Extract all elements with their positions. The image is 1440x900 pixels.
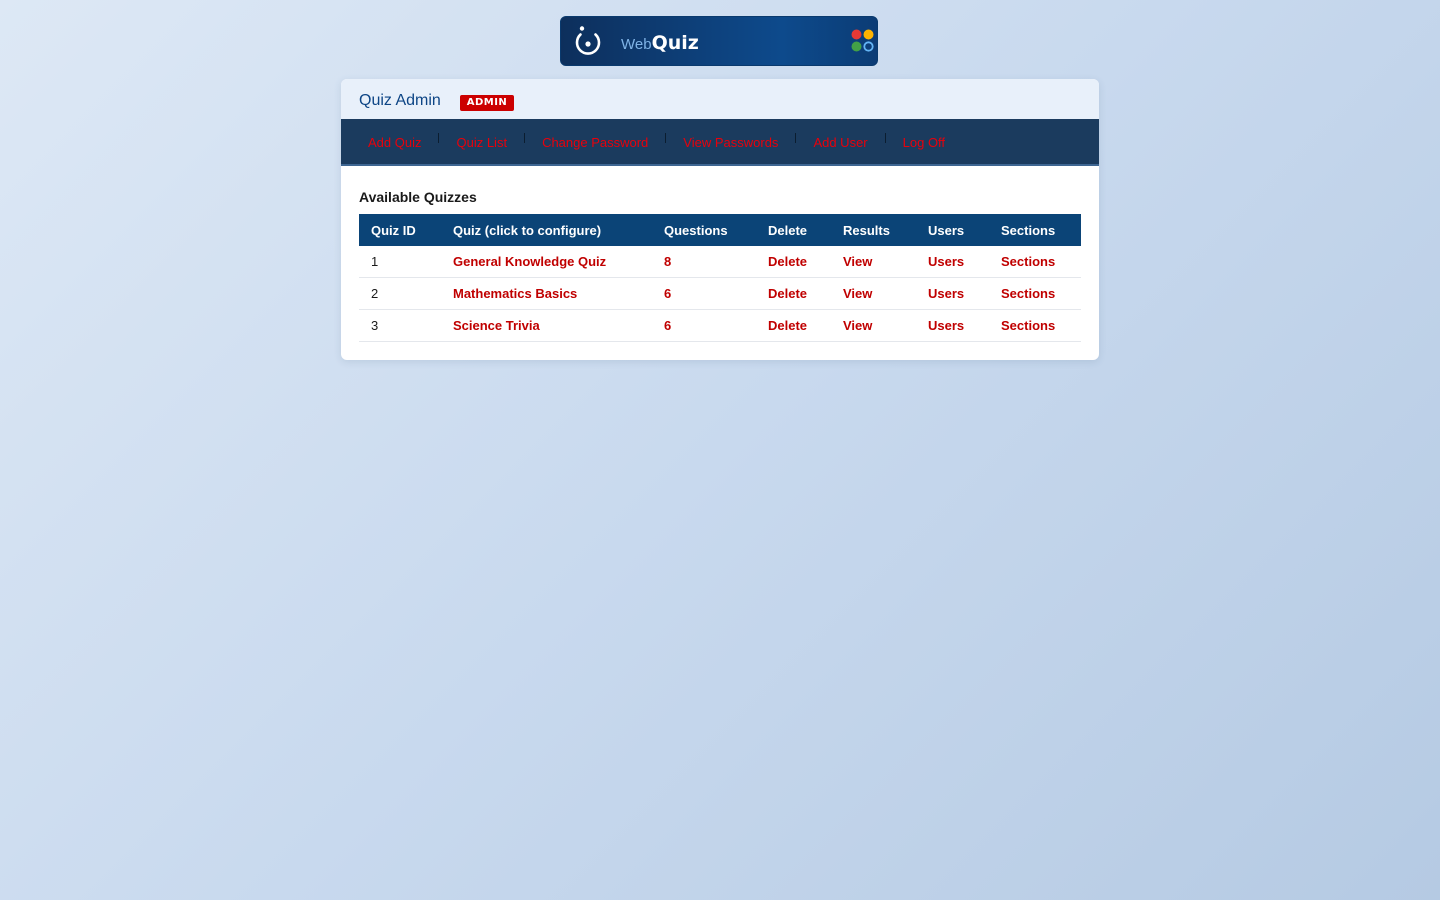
- column-header-users: Users: [928, 222, 965, 238]
- logo-mark-icon: [575, 26, 601, 55]
- view-results-link[interactable]: View: [843, 254, 872, 269]
- results-cell: View: [831, 246, 916, 278]
- logo-wordmark: WebQuiz: [621, 32, 699, 54]
- sections-cell: Sections: [989, 246, 1081, 278]
- logo-dots-icon: [851, 29, 874, 52]
- questions-count-link[interactable]: 6: [664, 318, 671, 333]
- nav-link-add-quiz[interactable]: Add Quiz: [359, 119, 430, 164]
- column-header-delete: Delete: [768, 222, 808, 238]
- delete-quiz-link[interactable]: Delete: [768, 254, 807, 269]
- users-cell: Users: [916, 246, 989, 278]
- logo-dot-blue: [863, 41, 874, 52]
- admin-panel: Quiz Admin ADMIN Add Quiz Quiz List Chan…: [341, 79, 1099, 360]
- sections-cell: Sections: [989, 277, 1081, 310]
- quiz-name-cell: Mathematics Basics: [441, 277, 652, 310]
- view-results-link[interactable]: View: [843, 318, 872, 333]
- table-row: 3 Science Trivia 6 Delete View Users Sec…: [359, 309, 1081, 342]
- quiz-table: Quiz ID Quiz (click to configure) Questi…: [359, 214, 1081, 342]
- quiz-sections-link[interactable]: Sections: [1001, 318, 1055, 333]
- quiz-users-link[interactable]: Users: [928, 318, 964, 333]
- main-nav: Add Quiz Quiz List Change Password View …: [341, 119, 1099, 166]
- quiz-configure-link[interactable]: Science Trivia: [453, 318, 540, 333]
- nav-link-view-passwords[interactable]: View Passwords: [674, 119, 787, 164]
- column-header-questions: Questions: [664, 222, 728, 238]
- column-header-quiz-id: Quiz ID: [371, 222, 416, 238]
- results-cell: View: [831, 277, 916, 310]
- quiz-sections-link[interactable]: Sections: [1001, 286, 1055, 301]
- quiz-id-cell: 1: [359, 246, 441, 278]
- questions-cell: 6: [652, 277, 756, 310]
- delete-quiz-link[interactable]: Delete: [768, 286, 807, 301]
- nav-item-log-off: Log Off: [894, 119, 954, 164]
- logo-dot-green: [851, 41, 862, 52]
- logo-dot-yellow: [863, 29, 874, 40]
- section-title: Available Quizzes: [359, 189, 477, 205]
- users-cell: Users: [916, 277, 989, 310]
- questions-cell: 6: [652, 309, 756, 342]
- questions-cell: 8: [652, 246, 756, 278]
- nav-link-add-user[interactable]: Add User: [804, 119, 876, 164]
- view-results-link[interactable]: View: [843, 286, 872, 301]
- table-row: 1 General Knowledge Quiz 8 Delete View U…: [359, 246, 1081, 278]
- app-logo-banner: WebQuiz: [560, 16, 878, 66]
- delete-cell: Delete: [756, 309, 831, 342]
- nav-link-log-off[interactable]: Log Off: [894, 119, 954, 164]
- panel-header: Quiz Admin ADMIN: [341, 79, 1099, 119]
- nav-separator: [795, 133, 797, 143]
- table-header-row: Quiz ID Quiz (click to configure) Questi…: [359, 214, 1081, 246]
- nav-separator: [884, 133, 886, 143]
- questions-count-link[interactable]: 6: [664, 286, 671, 301]
- quiz-name-cell: Science Trivia: [441, 309, 652, 342]
- quiz-configure-link[interactable]: Mathematics Basics: [453, 286, 577, 301]
- nav-separator: [438, 133, 440, 143]
- questions-count-link[interactable]: 8: [664, 254, 671, 269]
- nav-item-quiz-list: Quiz List: [447, 119, 516, 164]
- users-cell: Users: [916, 309, 989, 342]
- quiz-sections-link[interactable]: Sections: [1001, 254, 1055, 269]
- delete-quiz-link[interactable]: Delete: [768, 318, 807, 333]
- quiz-users-link[interactable]: Users: [928, 254, 964, 269]
- nav-link-change-password[interactable]: Change Password: [533, 119, 657, 164]
- nav-item-add-quiz: Add Quiz: [359, 119, 430, 164]
- delete-cell: Delete: [756, 246, 831, 278]
- nav-separator: [665, 133, 667, 143]
- quiz-name-cell: General Knowledge Quiz: [441, 246, 652, 278]
- logo-dot-red: [851, 29, 862, 40]
- results-cell: View: [831, 309, 916, 342]
- column-header-sections: Sections: [1001, 222, 1056, 238]
- nav-item-view-passwords: View Passwords: [674, 119, 787, 164]
- main-content: Available Quizzes Quiz ID Quiz (click to…: [341, 166, 1099, 342]
- column-header-results: Results: [843, 222, 890, 238]
- nav-list: Add Quiz Quiz List Change Password View …: [341, 119, 1099, 164]
- quiz-users-link[interactable]: Users: [928, 286, 964, 301]
- nav-link-quiz-list[interactable]: Quiz List: [447, 119, 516, 164]
- quiz-id-cell: 2: [359, 277, 441, 310]
- nav-item-add-user: Add User: [804, 119, 876, 164]
- logo-wordmark-prefix: Web: [621, 36, 652, 53]
- nav-item-change-password: Change Password: [533, 119, 657, 164]
- sections-cell: Sections: [989, 309, 1081, 342]
- role-badge: ADMIN: [460, 95, 514, 111]
- logo-wordmark-name: Quiz: [651, 32, 699, 54]
- table-row: 2 Mathematics Basics 6 Delete View Users…: [359, 277, 1081, 310]
- delete-cell: Delete: [756, 277, 831, 310]
- column-header-quiz-name: Quiz (click to configure): [453, 222, 602, 238]
- nav-separator: [524, 133, 526, 143]
- page-title: Quiz Admin: [359, 92, 441, 109]
- quiz-configure-link[interactable]: General Knowledge Quiz: [453, 254, 606, 269]
- quiz-id-cell: 3: [359, 309, 441, 342]
